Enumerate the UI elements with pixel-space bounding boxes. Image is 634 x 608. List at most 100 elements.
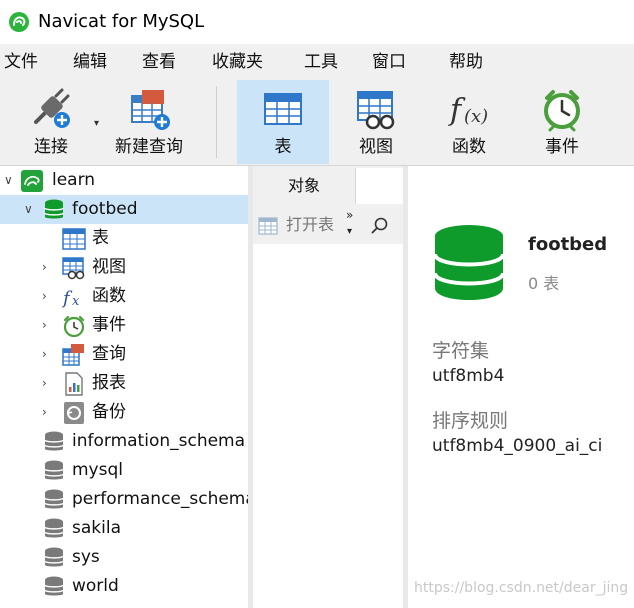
expand-chevron-icon[interactable]: › (42, 347, 54, 361)
connect-button[interactable]: 连接 (6, 80, 96, 164)
tab-empty-area (355, 168, 403, 204)
tree-database-sakila[interactable]: sakila (0, 514, 248, 543)
tree-item-reports[interactable]: › 报表 (0, 369, 248, 398)
event-clock-icon (544, 90, 580, 132)
function-fx-icon: f x (62, 288, 80, 309)
info-panel: footbed 0 表 字符集 utf8mb4 排序规则 utf8mb4_090… (408, 166, 634, 608)
objects-panel: 对象 打开表 » ▾ (253, 166, 403, 608)
charset-value: utf8mb4 (432, 366, 505, 386)
new-query-label: 新建查询 (115, 137, 183, 157)
collation-label: 排序规则 (432, 410, 509, 432)
menu-favorites[interactable]: 收藏夹 (212, 51, 263, 73)
view-button[interactable]: 视图 (331, 80, 421, 164)
menu-tools[interactable]: 工具 (304, 51, 338, 73)
tree-label: learn (52, 170, 96, 190)
tree-label: 视图 (92, 257, 126, 277)
connect-label: 连接 (34, 137, 68, 157)
expand-chevron-icon[interactable]: › (42, 405, 54, 419)
tree-database-mysql[interactable]: mysql (0, 456, 248, 485)
expand-chevron-icon[interactable]: › (42, 376, 54, 390)
objects-toolbar: 打开表 » ▾ (253, 204, 403, 244)
view-label: 视图 (359, 137, 393, 157)
backup-icon (64, 402, 84, 424)
database-gray-icon (44, 576, 64, 596)
window-title: Navicat for MySQL (38, 11, 205, 32)
database-gray-icon (44, 431, 64, 451)
tree-database-world[interactable]: world (0, 572, 248, 601)
expand-chevron-icon[interactable]: › (42, 260, 54, 274)
tree-label: sys (72, 547, 100, 567)
tree-database-footbed[interactable]: ∨ footbed (0, 195, 248, 224)
database-green-icon (433, 225, 505, 300)
navicat-logo-icon (9, 12, 29, 32)
tree-label: 表 (92, 228, 109, 248)
mysql-connection-icon (21, 170, 43, 192)
objects-tabbar: 对象 (253, 166, 403, 204)
event-button[interactable]: 事件 (517, 80, 607, 164)
new-query-icon (131, 90, 170, 130)
database-name: footbed (528, 234, 608, 255)
tree-item-queries[interactable]: › 查询 (0, 340, 248, 369)
svg-text:(x): (x) (464, 106, 488, 127)
menu-file[interactable]: 文件 (4, 51, 38, 73)
more-chevron-icon[interactable]: » (346, 208, 353, 222)
function-button[interactable]: f (x) 函数 (424, 80, 514, 164)
tree-item-tables[interactable]: 表 (0, 224, 248, 253)
tree-label: 事件 (92, 315, 126, 335)
database-gray-icon (44, 460, 64, 480)
tree-item-events[interactable]: › 事件 (0, 311, 248, 340)
table-count: 0 表 (528, 274, 560, 293)
tree-label: performance_schema (72, 489, 248, 509)
tree-label: world (72, 576, 119, 596)
query-icon (62, 344, 84, 366)
tree-label: sakila (72, 518, 121, 538)
tree-database-information-schema[interactable]: information_schema (0, 427, 248, 456)
toolbar-separator (216, 86, 217, 158)
tree-label: mysql (72, 460, 123, 480)
collapse-chevron-icon[interactable]: ∨ (24, 202, 36, 216)
function-fx-icon: f (x) (448, 93, 488, 128)
table-button[interactable]: 表 (237, 80, 329, 164)
tree-label: 报表 (92, 373, 126, 393)
search-icon[interactable] (371, 217, 389, 235)
event-clock-icon (63, 315, 85, 338)
database-green-icon (44, 199, 64, 219)
tree-item-views[interactable]: › 视图 (0, 253, 248, 282)
table-icon (264, 93, 302, 125)
tab-objects[interactable]: 对象 (253, 168, 355, 204)
table-label: 表 (274, 137, 292, 157)
collapse-chevron-icon[interactable]: ∨ (4, 173, 16, 187)
tree-database-performance-schema[interactable]: performance_schema (0, 485, 248, 514)
view-icon (357, 91, 395, 130)
view-icon (62, 257, 85, 280)
tree-item-functions[interactable]: › f x 函数 (0, 282, 248, 311)
database-gray-icon (44, 489, 64, 509)
tree-connection-learn[interactable]: ∨ learn (0, 166, 248, 195)
open-table-icon (258, 217, 278, 235)
expand-chevron-icon[interactable]: › (42, 318, 54, 332)
menu-view[interactable]: 查看 (142, 51, 176, 73)
watermark-text: https://blog.csdn.net/dear_jing (414, 580, 629, 596)
tree-database-sys[interactable]: sys (0, 543, 248, 572)
database-gray-icon (44, 518, 64, 538)
connect-plug-icon (34, 88, 70, 128)
navigation-tree: ∨ learn ∨ footbed 表 › 视图 › f x 函数 › 事件 ›… (0, 166, 248, 608)
menu-help[interactable]: 帮助 (449, 51, 483, 73)
tree-label: 查询 (92, 344, 126, 364)
connect-dropdown-icon[interactable]: ▾ (94, 118, 99, 129)
open-table-button[interactable]: 打开表 (286, 214, 334, 236)
new-query-button[interactable]: 新建查询 (104, 80, 194, 164)
report-icon (65, 372, 83, 396)
menu-bar: 文件 编辑 查看 收藏夹 工具 窗口 帮助 (0, 44, 634, 80)
function-label: 函数 (452, 137, 486, 157)
event-label: 事件 (545, 137, 579, 157)
tree-label: 函数 (92, 286, 126, 306)
expand-chevron-icon[interactable]: › (42, 289, 54, 303)
tree-label: 备份 (92, 402, 126, 422)
tree-item-backups[interactable]: › 备份 (0, 398, 248, 427)
menu-window[interactable]: 窗口 (372, 51, 406, 73)
dropdown-arrow-icon[interactable]: ▾ (347, 226, 352, 237)
objects-list (253, 244, 403, 608)
charset-label: 字符集 (432, 340, 490, 362)
menu-edit[interactable]: 编辑 (73, 51, 107, 73)
